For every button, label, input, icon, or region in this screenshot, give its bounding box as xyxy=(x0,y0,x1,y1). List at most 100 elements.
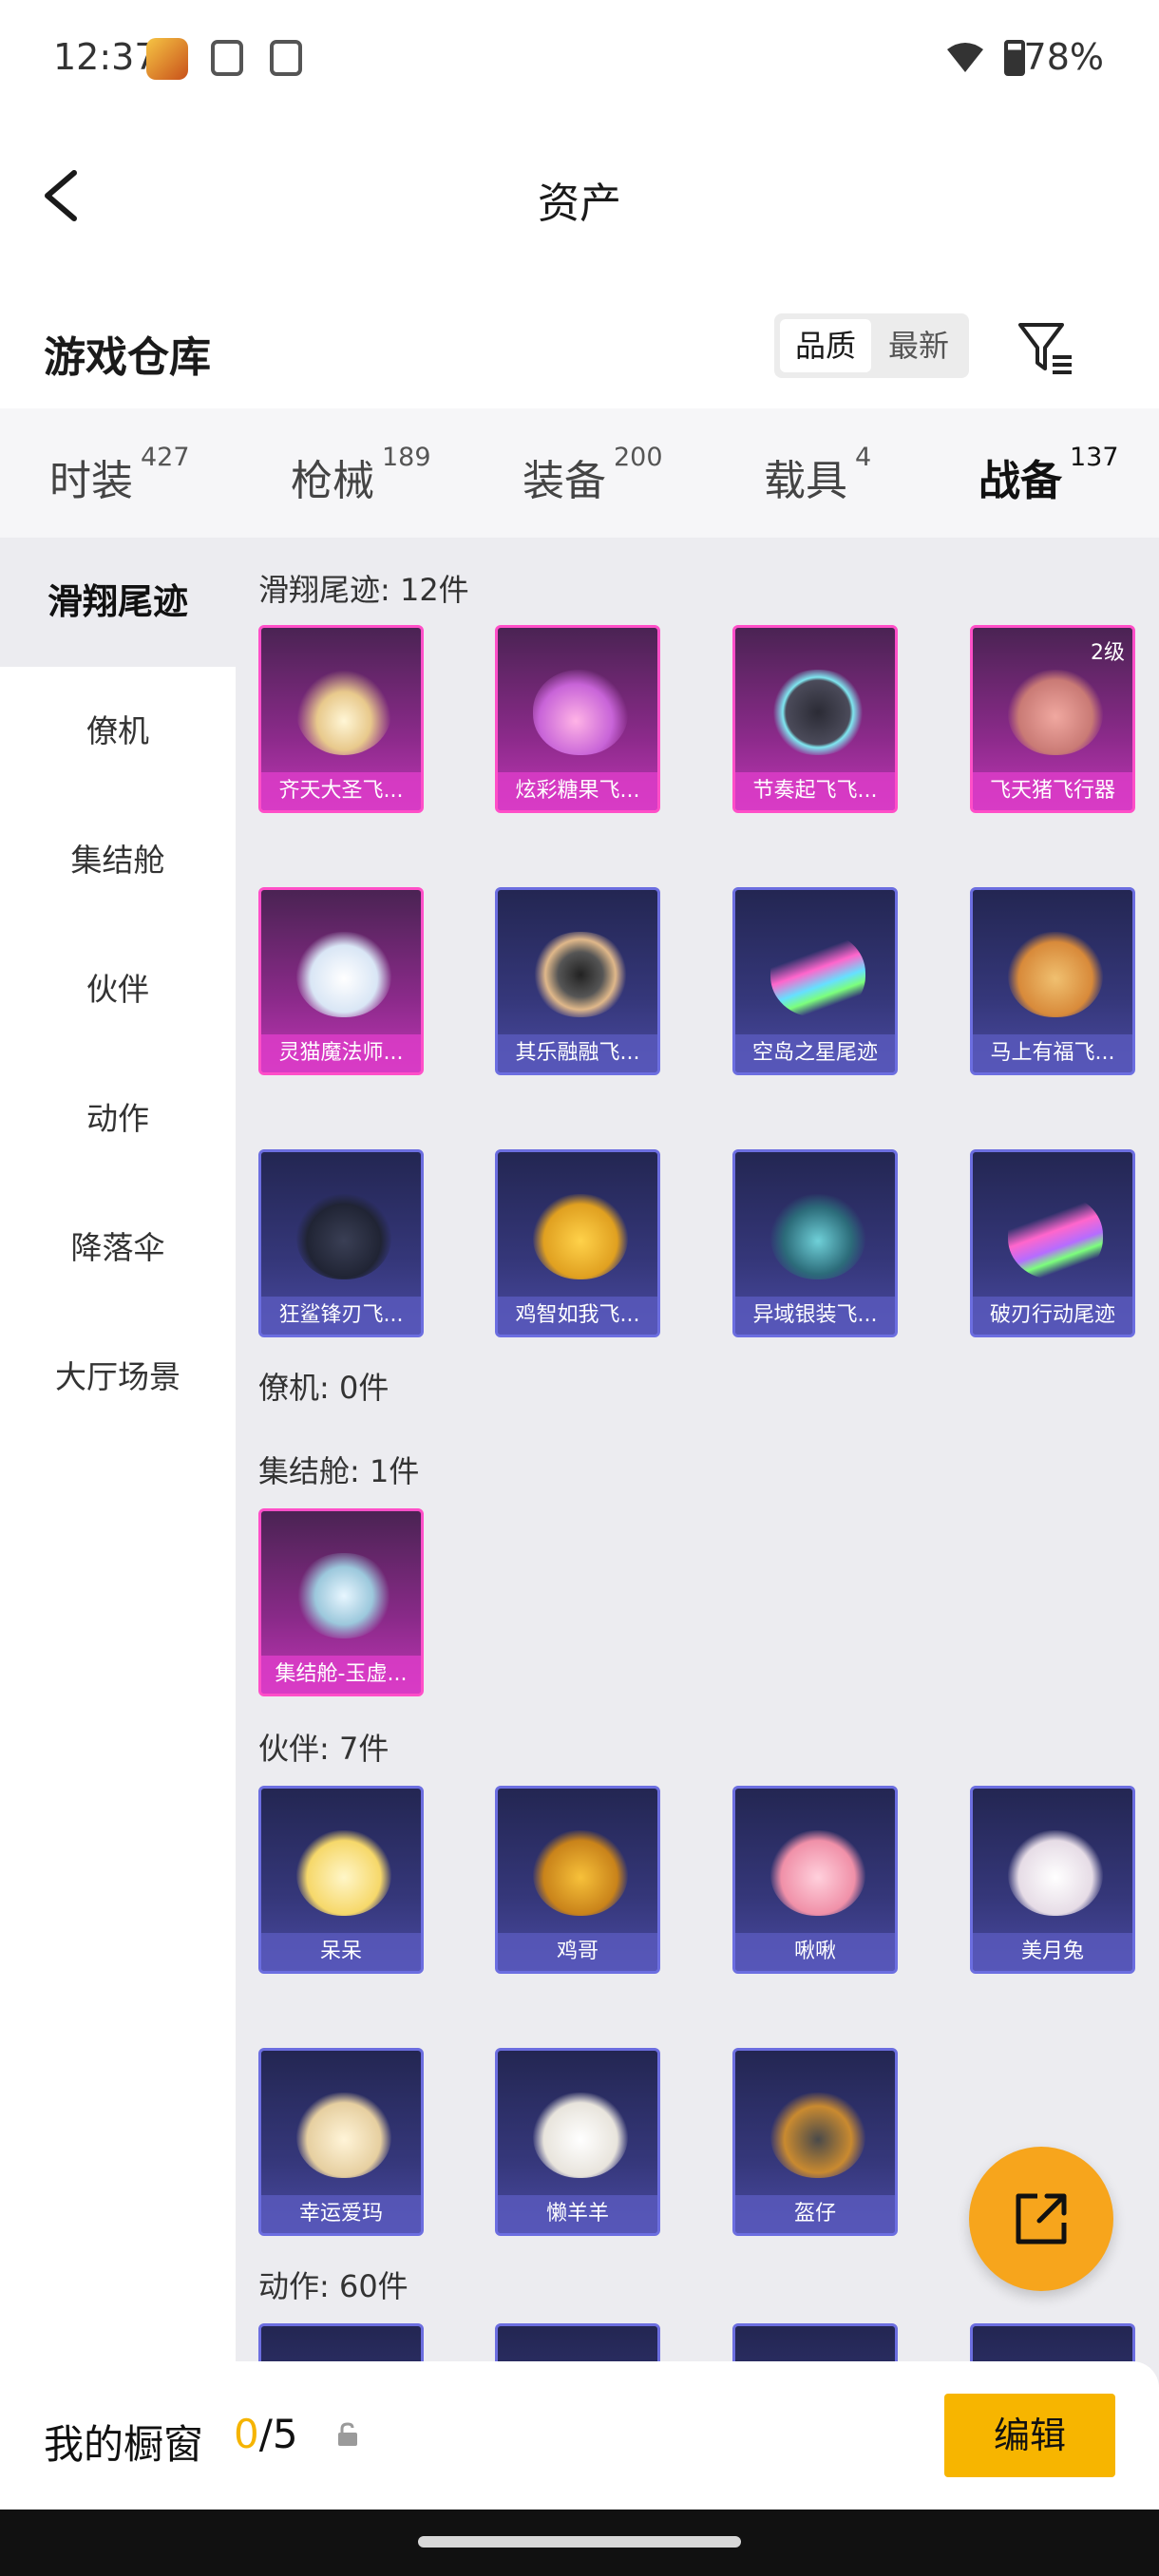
section-title-glide: 滑翔尾迹: 12件 xyxy=(258,572,469,608)
sort-quality-button[interactable]: 品质 xyxy=(780,319,871,372)
item-card[interactable]: 节奏起飞飞... xyxy=(732,625,898,813)
sort-toggle[interactable]: 品质 最新 xyxy=(774,313,969,378)
tab-fashion[interactable]: 时装 427 xyxy=(49,443,190,507)
section-title-action: 动作: 60件 xyxy=(258,2268,408,2304)
item-name: 集结舱-玉虚... xyxy=(261,1656,421,1694)
item-card[interactable]: 鸡智如我飞... xyxy=(495,1149,660,1337)
phone-sync-icon xyxy=(211,40,243,76)
item-name: 飞天猪飞行器 xyxy=(973,772,1132,810)
item-name: 盔仔 xyxy=(735,2195,895,2233)
item-name: 鸡哥 xyxy=(498,1933,657,1971)
item-image xyxy=(533,1830,628,1916)
item-name: 呆呆 xyxy=(261,1933,421,1971)
page-title: 资产 xyxy=(538,180,621,228)
edit-showcase-button[interactable]: 编辑 xyxy=(944,2394,1115,2477)
tab-guns[interactable]: 枪械 189 xyxy=(291,443,431,507)
item-image xyxy=(296,932,391,1017)
sidebar-item-assembly-pod[interactable]: 集结舱 xyxy=(0,796,236,925)
item-name: 马上有福飞... xyxy=(973,1034,1132,1072)
item-card[interactable]: 鸡哥 xyxy=(495,1786,660,1974)
item-card[interactable]: 幸运爱玛 xyxy=(258,2048,424,2236)
gesture-bar xyxy=(0,2510,1159,2576)
sidebar-item-action[interactable]: 动作 xyxy=(0,1054,236,1184)
item-image xyxy=(770,1194,865,1279)
item-card[interactable]: 马上有福飞... xyxy=(970,887,1135,1075)
filter-icon[interactable] xyxy=(1015,317,1075,378)
sidebar-item-partner[interactable]: 伙伴 xyxy=(0,925,236,1054)
tab-vehicles[interactable]: 载具 4 xyxy=(764,443,872,507)
item-card[interactable]: 美月兔 xyxy=(970,1786,1135,1974)
item-name: 空岛之星尾迹 xyxy=(735,1034,895,1072)
item-image xyxy=(533,1194,628,1279)
showcase-current: 0 xyxy=(234,2411,259,2457)
item-card[interactable]: 2级 飞天猪飞行器 xyxy=(970,625,1135,813)
status-bar: 12:37 78% xyxy=(0,0,1159,114)
item-card[interactable]: 狂鲨锋刃飞... xyxy=(258,1149,424,1337)
item-image xyxy=(296,1830,391,1916)
sidebar-item-glide-trail[interactable]: 滑翔尾迹 xyxy=(0,538,236,667)
item-name: 节奏起飞飞... xyxy=(735,772,895,810)
item-name: 啾啾 xyxy=(735,1933,895,1971)
item-name: 破刃行动尾迹 xyxy=(973,1297,1132,1335)
tab-count: 189 xyxy=(382,443,431,472)
lock-icon xyxy=(338,2422,357,2446)
item-name: 懒羊羊 xyxy=(498,2195,657,2233)
item-card[interactable]: 其乐融融飞... xyxy=(495,887,660,1075)
item-image xyxy=(533,670,628,755)
item-name: 异域银装飞... xyxy=(735,1297,895,1335)
item-card[interactable]: 空岛之星尾迹 xyxy=(732,887,898,1075)
tab-count: 4 xyxy=(855,443,872,472)
item-card[interactable]: 破刃行动尾迹 xyxy=(970,1149,1135,1337)
tab-label: 战备 xyxy=(978,457,1062,505)
item-name: 狂鲨锋刃飞... xyxy=(261,1297,421,1335)
item-name: 灵猫魔法师... xyxy=(261,1034,421,1072)
help-icon xyxy=(270,40,302,76)
item-card[interactable]: 齐天大圣飞... xyxy=(258,625,424,813)
item-card[interactable]: 炫彩糖果飞... xyxy=(495,625,660,813)
tab-label: 载具 xyxy=(764,457,847,505)
status-time: 12:37 xyxy=(53,36,158,78)
sidebar-item-wingman[interactable]: 僚机 xyxy=(0,667,236,796)
warehouse-title: 游戏仓库 xyxy=(44,333,211,382)
nav-bar: 资产 xyxy=(0,142,1159,247)
item-name: 齐天大圣飞... xyxy=(261,772,421,810)
item-name: 鸡智如我飞... xyxy=(498,1297,657,1335)
share-fab-button[interactable] xyxy=(969,2147,1113,2291)
sort-newest-button[interactable]: 最新 xyxy=(873,319,964,372)
item-card[interactable]: 盔仔 xyxy=(732,2048,898,2236)
item-name: 炫彩糖果飞... xyxy=(498,772,657,810)
sidebar-item-lobby-scene[interactable]: 大厅场景 xyxy=(0,1313,236,1442)
sidebar-item-parachute[interactable]: 降落伞 xyxy=(0,1184,236,1313)
tab-label: 枪械 xyxy=(291,457,374,505)
item-card[interactable]: 啾啾 xyxy=(732,1786,898,1974)
item-level-badge: 2级 xyxy=(1091,641,1125,665)
item-image xyxy=(1008,932,1103,1017)
tab-count: 137 xyxy=(1070,443,1119,472)
battery-percent: 78% xyxy=(1023,36,1104,78)
item-image xyxy=(296,670,391,755)
item-image xyxy=(296,1194,391,1279)
wifi-icon xyxy=(947,43,983,72)
tab-equipment[interactable]: 装备 200 xyxy=(522,443,663,507)
item-image xyxy=(770,670,865,755)
item-image xyxy=(533,2093,628,2178)
item-card[interactable]: 集结舱-玉虚... xyxy=(258,1508,424,1696)
external-link-icon xyxy=(1016,2193,1067,2245)
item-card[interactable]: 异域银装飞... xyxy=(732,1149,898,1337)
showcase-bar: 我的橱窗 0/5 编辑 xyxy=(0,2361,1159,2510)
item-image xyxy=(1008,1830,1103,1916)
item-card[interactable]: 懒羊羊 xyxy=(495,2048,660,2236)
item-image xyxy=(1008,670,1103,755)
item-card[interactable]: 灵猫魔法师... xyxy=(258,887,424,1075)
home-indicator[interactable] xyxy=(418,2536,741,2548)
item-name: 美月兔 xyxy=(973,1933,1132,1971)
showcase-count: 0/5 xyxy=(234,2411,298,2457)
tab-combat-gear[interactable]: 战备 137 xyxy=(978,443,1119,553)
section-title-wingman: 僚机: 0件 xyxy=(258,1370,390,1406)
item-image xyxy=(770,1830,865,1916)
item-card[interactable]: 呆呆 xyxy=(258,1786,424,1974)
section-title-pod: 集结舱: 1件 xyxy=(258,1453,420,1489)
item-image xyxy=(296,2093,391,2178)
item-image xyxy=(770,932,865,1017)
showcase-total: /5 xyxy=(258,2411,298,2457)
